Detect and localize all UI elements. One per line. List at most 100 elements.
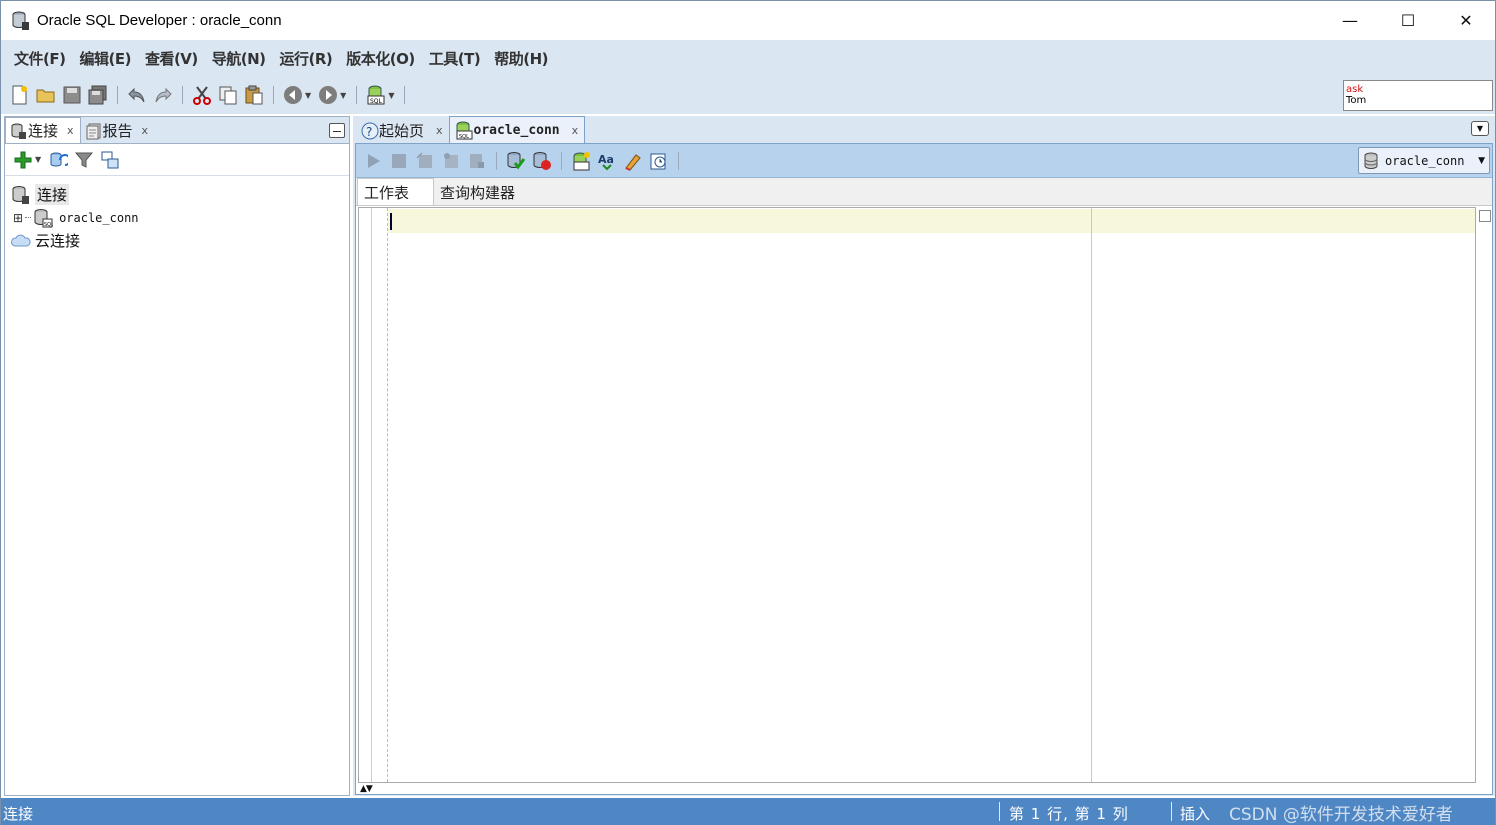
refresh-icon[interactable] <box>47 149 69 171</box>
paste-icon[interactable] <box>243 84 265 106</box>
document-tabs: ? 起始页 x SQL oracle_conn x ▼ <box>353 116 1495 143</box>
menu-help[interactable]: 帮助(H) <box>487 48 555 69</box>
cursor-position: 第 1 行, 第 1 列 <box>1009 805 1129 823</box>
unshared-sql-worksheet-icon[interactable] <box>570 150 592 172</box>
sql-editor[interactable] <box>358 207 1491 783</box>
toolbar-separator <box>356 86 358 104</box>
forward-icon[interactable] <box>317 84 339 106</box>
split-pane-arrows-icon[interactable]: ▲▼ <box>360 784 373 794</box>
watermark-text: CSDN @软件开发技术爱好者 <box>1229 805 1453 825</box>
run-statement-icon[interactable] <box>362 150 384 172</box>
toolbar-separator <box>561 151 562 170</box>
tree-item-label: 云连接 <box>35 232 81 250</box>
chevron-down-icon[interactable]: ▼ <box>340 91 346 100</box>
text-caret <box>390 213 392 230</box>
sql-worksheet-icon[interactable]: SQL <box>365 84 387 106</box>
svg-text:Aa: Aa <box>598 153 614 166</box>
back-icon[interactable] <box>282 84 304 106</box>
clear-icon[interactable] <box>622 150 644 172</box>
save-all-icon[interactable] <box>87 84 109 106</box>
minimize-panel-button[interactable] <box>329 123 345 138</box>
chevron-down-icon[interactable]: ▼ <box>388 91 394 100</box>
left-panel-tabs: 连接 x 报告 x <box>5 117 349 144</box>
menu-view[interactable]: 查看(V) <box>138 48 205 69</box>
tab-connections-label: 连接 <box>28 122 59 140</box>
chevron-down-icon: ▼ <box>1478 156 1485 166</box>
tab-reports[interactable]: 报告 x <box>81 118 155 143</box>
connections-panel: 连接 x 报告 x ▼ 连接 ⊞ SQL oracle_conn 云连接 <box>4 116 350 796</box>
cloud-icon <box>11 234 31 246</box>
explain-plan-icon[interactable] <box>414 150 436 172</box>
close-icon[interactable]: x <box>572 124 579 137</box>
menu-tools[interactable]: 工具(T) <box>422 48 487 69</box>
filter-icon[interactable] <box>73 149 95 171</box>
tab-connections[interactable]: 连接 x <box>5 117 81 143</box>
editor-area: ? 起始页 x SQL oracle_conn x ▼ Aa oracle_co… <box>353 116 1495 796</box>
svg-text:?: ? <box>366 125 372 139</box>
autotrace-icon[interactable] <box>440 150 462 172</box>
tab-oracle-conn[interactable]: SQL oracle_conn x <box>448 116 586 143</box>
connections-icon <box>11 123 26 139</box>
change-case-icon[interactable]: Aa <box>596 150 618 172</box>
chevron-down-icon[interactable]: ▼ <box>35 155 41 164</box>
window-controls: — ☐ ✕ <box>1321 1 1495 40</box>
title-bar: Oracle SQL Developer : oracle_conn — ☐ ✕ <box>1 1 1495 40</box>
tab-worksheet[interactable]: 工作表 <box>357 178 435 205</box>
cut-icon[interactable] <box>191 84 213 106</box>
close-icon[interactable]: x <box>142 124 149 137</box>
maximize-button[interactable]: ☐ <box>1379 1 1437 40</box>
connection-selector[interactable]: oracle_conn ▼ <box>1358 147 1490 174</box>
sql-history-icon[interactable] <box>648 150 670 172</box>
close-button[interactable]: ✕ <box>1437 1 1495 40</box>
sql-worksheet-icon: SQL <box>456 121 473 140</box>
close-icon[interactable]: x <box>436 124 443 137</box>
chevron-down-icon[interactable]: ▼ <box>305 91 311 100</box>
add-connection-icon[interactable] <box>12 149 34 171</box>
run-script-icon[interactable] <box>388 150 410 172</box>
tree-root-connections[interactable]: 连接 <box>11 183 349 206</box>
open-folder-icon[interactable] <box>35 84 57 106</box>
new-file-icon[interactable] <box>9 84 31 106</box>
rollback-icon[interactable] <box>531 150 553 172</box>
schema-browser-icon[interactable] <box>99 149 121 171</box>
close-icon[interactable]: x <box>67 124 74 137</box>
sql-tuning-icon[interactable] <box>466 150 488 172</box>
tab-start-page-label: 起始页 <box>379 122 425 140</box>
connection-selector-value: oracle_conn <box>1385 153 1465 168</box>
status-message: 连接 <box>3 805 34 823</box>
toolbar-separator <box>678 151 679 170</box>
status-separator <box>1171 802 1172 821</box>
menu-edit[interactable]: 编辑(E) <box>72 48 137 69</box>
memory-monitor-line2: Tom <box>1346 95 1367 106</box>
editor-corner-box[interactable] <box>1479 210 1491 222</box>
connections-tree: 连接 ⊞ SQL oracle_conn 云连接 <box>5 176 349 252</box>
save-icon[interactable] <box>61 84 83 106</box>
status-bar: 连接 第 1 行, 第 1 列 插入 CSDN @软件开发技术爱好者 <box>1 798 1495 825</box>
tab-query-builder[interactable]: 查询构建器 <box>434 179 525 205</box>
main-toolbar: ▼ ▼ SQL ▼ ask Tom <box>1 76 1495 114</box>
menu-file[interactable]: 文件(F) <box>7 48 72 69</box>
svg-text:SQL: SQL <box>44 222 53 228</box>
copy-icon[interactable] <box>217 84 239 106</box>
toolbar-separator <box>273 86 274 104</box>
window-title: Oracle SQL Developer : oracle_conn <box>37 12 282 29</box>
right-margin-guide <box>1091 208 1092 782</box>
tab-list-dropdown-icon[interactable]: ▼ <box>1471 121 1489 136</box>
undo-icon[interactable] <box>126 84 148 106</box>
memory-monitor[interactable]: ask Tom <box>1343 80 1493 111</box>
current-line-highlight <box>388 209 1475 233</box>
status-separator <box>999 802 1000 821</box>
menu-versioning[interactable]: 版本化(O) <box>339 48 421 69</box>
tab-start-page[interactable]: ? 起始页 x <box>357 118 449 143</box>
tree-root-label: 连接 <box>35 184 70 205</box>
database-icon <box>1364 152 1378 169</box>
expand-icon[interactable]: ⊞ <box>13 211 23 225</box>
tree-item-oracle-conn[interactable]: ⊞ SQL oracle_conn <box>11 206 349 229</box>
help-circle-icon: ? <box>361 122 379 139</box>
minimize-button[interactable]: — <box>1321 1 1379 40</box>
tree-item-cloud[interactable]: 云连接 <box>11 229 349 252</box>
menu-navigate[interactable]: 导航(N) <box>205 48 273 69</box>
commit-icon[interactable] <box>505 150 527 172</box>
menu-run[interactable]: 运行(R) <box>273 48 340 69</box>
redo-icon[interactable] <box>152 84 174 106</box>
